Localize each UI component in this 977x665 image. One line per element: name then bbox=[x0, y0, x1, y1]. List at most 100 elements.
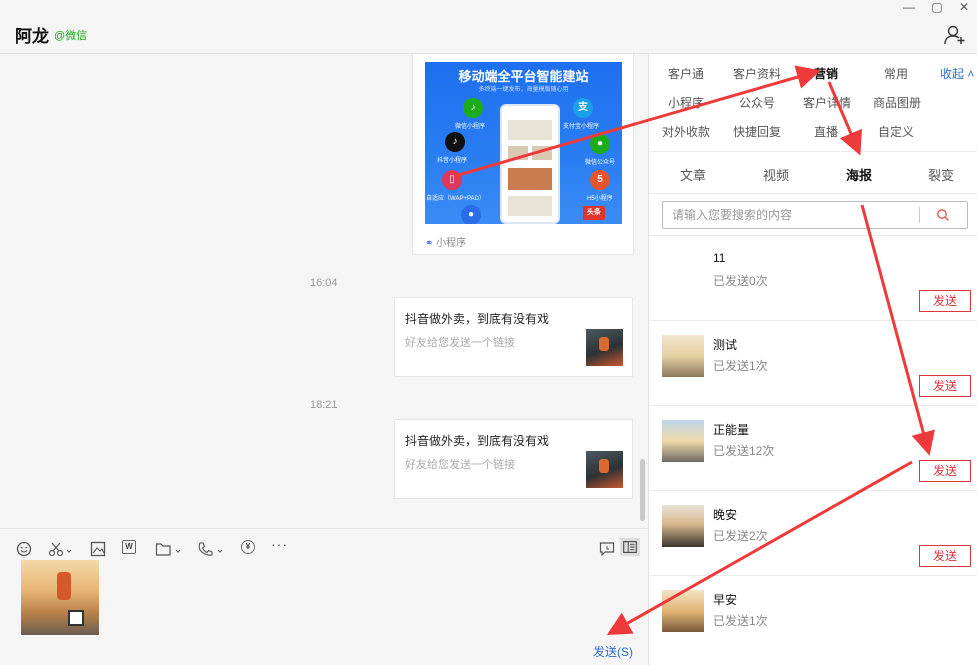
miniapp-message-card[interactable]: 移动端全平台智能建站 多终端一键发布，海量模版随心用 ♪ 微信小程序 支 支付宝… bbox=[412, 54, 634, 255]
search-input[interactable] bbox=[663, 202, 919, 228]
search-icon[interactable] bbox=[936, 208, 950, 222]
image-icon[interactable] bbox=[90, 540, 106, 558]
maximize-button[interactable]: ▢ bbox=[926, 0, 948, 14]
more-tools-icon[interactable]: ··· bbox=[271, 535, 288, 553]
poster-send-count: 已发送0次 bbox=[713, 274, 768, 288]
content-type-tabs: 文章 视频 海报 裂变 bbox=[649, 152, 977, 194]
link-description: 好友给您发送一个链接 bbox=[405, 459, 515, 471]
responsive-site-icon: ▯ bbox=[442, 170, 462, 190]
wechat-miniapp-icon: ♪ bbox=[463, 98, 483, 118]
chat-history-icon[interactable] bbox=[599, 540, 615, 558]
douyin-icon: ♪ bbox=[445, 132, 465, 152]
tab-fission[interactable]: 裂变 bbox=[928, 165, 954, 184]
poster-thumbnail bbox=[662, 505, 704, 547]
nav-miniapp[interactable]: 小程序 bbox=[668, 94, 704, 111]
poster-send-count: 已发送1次 bbox=[713, 614, 768, 628]
baidu-icon: ● bbox=[461, 205, 481, 224]
nav-official-account[interactable]: 公众号 bbox=[739, 94, 775, 111]
qr-code-icon bbox=[68, 610, 84, 626]
miniapp-icon-label: 微信小程序 bbox=[455, 124, 486, 130]
poster-send-button[interactable]: 发送 bbox=[919, 375, 971, 397]
nav-customer-link[interactable]: 客户通 bbox=[668, 65, 704, 82]
poster-send-count: 已发送2次 bbox=[713, 529, 768, 543]
nav-custom[interactable]: 自定义 bbox=[878, 123, 914, 140]
poster-item[interactable]: 晚安 已发送2次 发送 bbox=[649, 491, 977, 576]
poster-name: 晚安 bbox=[713, 508, 738, 522]
h5-icon: 5 bbox=[590, 170, 610, 190]
poster-name: 11 bbox=[713, 251, 726, 265]
poster-send-button[interactable]: 发送 bbox=[919, 460, 971, 482]
poster-thumbnail bbox=[662, 420, 704, 462]
link-message-card[interactable]: 抖音做外卖，到底有没有戏 好友给您发送一个链接 bbox=[394, 419, 633, 499]
poster-thumbnail bbox=[662, 590, 704, 632]
link-description: 好友给您发送一个链接 bbox=[405, 337, 515, 349]
marketing-side-panel: 客户通 客户资料 营销 常用 收起 ˄ 小程序 公众号 客户详情 商品图册 对外… bbox=[648, 54, 977, 665]
minimize-button[interactable]: — bbox=[898, 0, 920, 14]
transfer-money-icon[interactable]: ¥ bbox=[241, 540, 255, 554]
poster-send-button[interactable]: 发送 bbox=[919, 290, 971, 312]
poster-send-count: 已发送12次 bbox=[713, 444, 775, 458]
miniapp-footer-label: 小程序 bbox=[436, 238, 467, 249]
collapse-button[interactable]: 收起 ˄ bbox=[940, 65, 974, 82]
poster-item[interactable]: 正能量 已发送12次 发送 bbox=[649, 406, 977, 491]
runner-figure bbox=[57, 572, 71, 600]
chat-messages: 移动端全平台智能建站 多终端一键发布，海量模版随心用 ♪ 微信小程序 支 支付宝… bbox=[0, 54, 648, 528]
send-button[interactable]: 发送(S) bbox=[593, 643, 633, 660]
tab-article[interactable]: 文章 bbox=[680, 165, 706, 184]
poster-thumbnail bbox=[662, 335, 704, 377]
poster-item[interactable]: 测试 已发送1次 发送 bbox=[649, 321, 977, 406]
nav-marketing[interactable]: 营销 bbox=[814, 65, 838, 82]
word-document-icon[interactable]: W bbox=[122, 540, 136, 554]
poster-name: 测试 bbox=[713, 338, 738, 352]
poster-search-box bbox=[662, 201, 968, 229]
alipay-icon: 支 bbox=[573, 98, 593, 118]
phone-call-icon[interactable] bbox=[197, 540, 225, 558]
nav-customer-detail[interactable]: 客户详情 bbox=[803, 94, 851, 111]
toutiao-badge: 头条 bbox=[583, 206, 605, 220]
screenshot-scissors-icon[interactable] bbox=[48, 540, 72, 558]
miniapp-icon-label: H5小程序 bbox=[587, 196, 613, 202]
miniapp-cover-subtitle: 多终端一键发布，海量模版随心用 bbox=[478, 87, 569, 93]
contact-source-tag: @微信 bbox=[54, 30, 88, 42]
panel-nav: 客户通 客户资料 营销 常用 收起 ˄ 小程序 公众号 客户详情 商品图册 对外… bbox=[649, 54, 977, 152]
nav-quick-reply[interactable]: 快捷回复 bbox=[733, 123, 781, 140]
tab-video[interactable]: 视频 bbox=[763, 165, 789, 184]
link-thumbnail bbox=[586, 329, 623, 366]
poster-item[interactable]: 早安 已发送1次 bbox=[649, 576, 977, 661]
phone-mockup bbox=[500, 104, 560, 224]
nav-external-payment[interactable]: 对外收款 bbox=[662, 123, 710, 140]
link-message-card[interactable]: 抖音做外卖，到底有没有戏 好友给您发送一个链接 bbox=[394, 297, 633, 377]
emoji-icon[interactable] bbox=[16, 540, 32, 558]
tab-poster[interactable]: 海报 bbox=[846, 165, 872, 184]
nav-live[interactable]: 直播 bbox=[814, 123, 838, 140]
nav-product-album[interactable]: 商品图册 bbox=[873, 94, 921, 111]
link-title: 抖音做外卖，到底有没有戏 bbox=[405, 312, 550, 326]
miniapp-footer: ⚭ 小程序 bbox=[425, 234, 466, 249]
contact-name: 阿龙 bbox=[15, 27, 49, 46]
search-divider bbox=[919, 207, 920, 223]
wechat-official-icon: ● bbox=[590, 134, 610, 154]
attached-poster-image[interactable] bbox=[21, 560, 99, 635]
poster-send-count: 已发送1次 bbox=[713, 359, 768, 373]
poster-send-button[interactable]: 发送 bbox=[919, 545, 971, 567]
chat-scrollbar[interactable] bbox=[640, 459, 645, 521]
miniapp-cover-title: 移动端全平台智能建站 bbox=[458, 69, 589, 84]
poster-name: 早安 bbox=[713, 593, 738, 607]
close-button[interactable]: ✕ bbox=[953, 0, 975, 14]
poster-item[interactable]: 11 已发送0次 发送 bbox=[649, 236, 977, 321]
link-title: 抖音做外卖，到底有没有戏 bbox=[405, 434, 550, 448]
nav-customer-profile[interactable]: 客户资料 bbox=[733, 65, 781, 82]
miniapp-icon-label: 抖音小程序 bbox=[437, 158, 468, 164]
add-member-icon[interactable] bbox=[944, 25, 966, 45]
miniapp-icon-label: 微信公众号 bbox=[585, 160, 616, 166]
sidebar-toggle-icon[interactable] bbox=[619, 538, 641, 556]
chevron-up-icon: ˄ bbox=[964, 67, 975, 81]
poster-name: 正能量 bbox=[713, 423, 750, 437]
nav-common[interactable]: 常用 bbox=[884, 65, 908, 82]
chat-header: 阿龙 @微信 — ▢ ✕ bbox=[0, 0, 977, 54]
miniapp-icon-label: 支付宝小程序 bbox=[563, 124, 600, 130]
folder-icon[interactable] bbox=[155, 540, 183, 558]
miniapp-cover-image: 移动端全平台智能建站 多终端一键发布，海量模版随心用 ♪ 微信小程序 支 支付宝… bbox=[425, 62, 622, 224]
input-area: W ¥ ··· 发送(S) bbox=[0, 528, 648, 665]
miniapp-icon-label: 自适应（WAP+PAD） bbox=[426, 196, 485, 202]
